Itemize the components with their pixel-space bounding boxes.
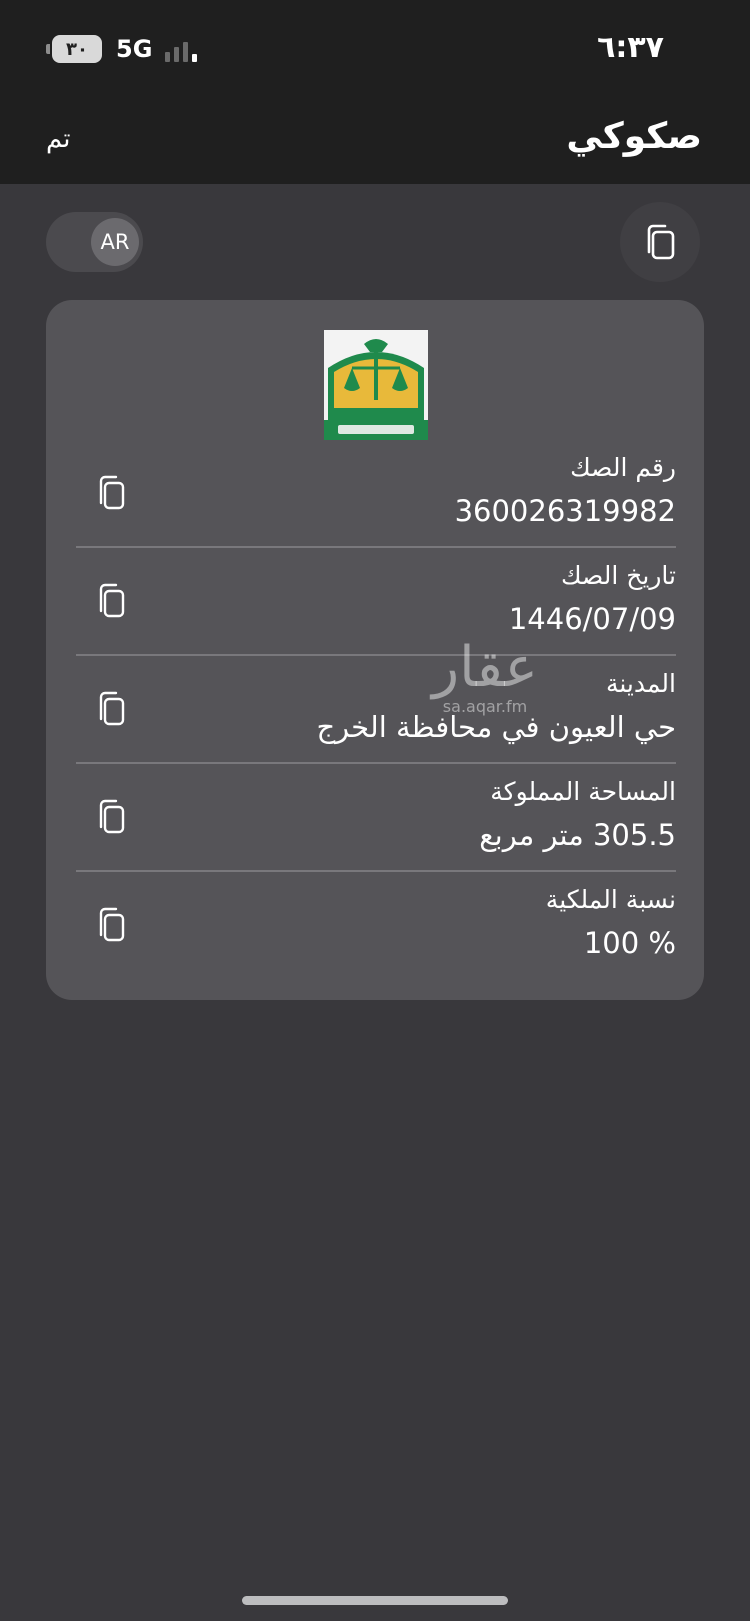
deed-number-value: 360026319982 [454, 494, 676, 528]
deed-date-row: تاريخ الصك 1446/07/09 [76, 548, 676, 656]
copy-icon [99, 475, 125, 510]
copy-ownership-ratio-button[interactable] [86, 900, 136, 950]
battery-level: ٣٠ [66, 38, 88, 60]
language-toggle[interactable]: AR [46, 212, 143, 272]
status-time: ٦:٣٧ [597, 30, 664, 65]
signal-icon [165, 38, 197, 62]
ownership-ratio-value: 100 % [583, 926, 676, 960]
deed-number-row: رقم الصك 360026319982 [76, 440, 676, 548]
city-label: المدينة [605, 669, 676, 698]
page-title: صكوكي [566, 116, 702, 157]
deed-date-label: تاريخ الصك [560, 561, 676, 590]
copy-deed-date-button[interactable] [86, 576, 136, 626]
network-type: 5G [116, 35, 153, 63]
ministry-of-justice-logo [324, 330, 428, 440]
deed-date-value: 1446/07/09 [508, 602, 676, 636]
copy-icon [99, 691, 125, 726]
navigation-bar: تم صكوكي [0, 95, 750, 184]
status-bar: ٣٠ 5G ٦:٣٧ [0, 0, 750, 95]
owned-area-value: 305.5 متر مربع [479, 818, 676, 852]
ownership-ratio-label: نسبة الملكية [545, 885, 676, 914]
done-button[interactable]: تم [46, 123, 71, 155]
copy-all-button[interactable] [620, 202, 700, 282]
deed-card: رقم الصك 360026319982 تاريخ الصك 1446/07… [46, 300, 704, 1000]
copy-icon [647, 224, 675, 260]
city-row: المدينة حي العيون في محافظة الخرج [76, 656, 676, 764]
copy-city-button[interactable] [86, 684, 136, 734]
ownership-ratio-row: نسبة الملكية 100 % [76, 872, 676, 980]
copy-icon [99, 799, 125, 834]
owned-area-label: المساحة المملوكة [490, 777, 676, 806]
language-toggle-knob: AR [91, 218, 139, 266]
watermark-url: sa.aqar.fm [442, 697, 528, 716]
watermark: عقار sa.aqar.fm [420, 638, 550, 716]
battery-icon: ٣٠ [46, 35, 102, 63]
copy-deed-number-button[interactable] [86, 468, 136, 518]
owned-area-row: المساحة المملوكة 305.5 متر مربع [76, 764, 676, 872]
copy-icon [99, 907, 125, 942]
copy-owned-area-button[interactable] [86, 792, 136, 842]
copy-icon [99, 583, 125, 618]
home-indicator[interactable] [242, 1596, 508, 1605]
deed-number-label: رقم الصك [570, 453, 676, 482]
watermark-logo-text: عقار [432, 635, 538, 700]
